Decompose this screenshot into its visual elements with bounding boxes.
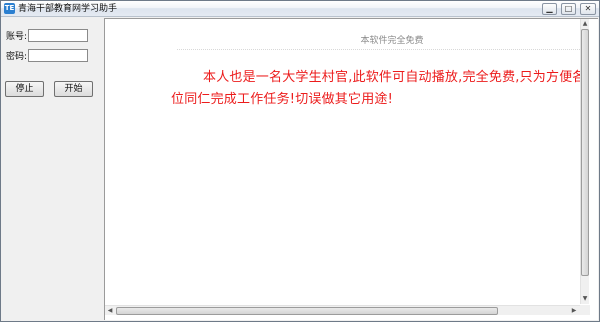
horizontal-scrollbar[interactable]: ◀ ▶: [105, 305, 580, 315]
scroll-left-icon[interactable]: ◀: [106, 307, 114, 315]
free-software-subtitle: 本软件完全免费: [360, 36, 424, 46]
scroll-right-icon[interactable]: ▶: [570, 307, 578, 315]
scrollbar-corner: [580, 305, 590, 315]
account-label: 账号:: [6, 32, 28, 42]
stop-button[interactable]: 停止: [5, 81, 44, 97]
minimize-button[interactable]: ▁: [542, 3, 557, 15]
horizontal-scroll-thumb[interactable]: [116, 307, 498, 315]
password-label: 密码:: [6, 52, 28, 62]
notice-text: 本人也是一名大学生村官,此软件可自动播放,完全免费,只为方便各位同仁完成工作任务…: [171, 70, 586, 107]
vertical-scroll-thumb[interactable]: [581, 29, 589, 276]
close-button[interactable]: ✕: [580, 3, 596, 15]
account-input[interactable]: [28, 29, 88, 42]
vertical-scrollbar[interactable]: ▲ ▼: [580, 19, 589, 304]
password-input[interactable]: [28, 49, 88, 62]
start-button[interactable]: 开始: [54, 81, 93, 97]
content-browser[interactable]: 本软件完全免费 本人也是一名大学生村官,此软件可自动播放,完全免费,只为方便各位…: [104, 18, 598, 320]
dotted-divider: [177, 49, 582, 50]
window-title: 青海干部教育网学习助手: [18, 4, 118, 14]
app-icon: TE: [4, 3, 15, 14]
scroll-up-icon[interactable]: ▲: [581, 20, 589, 28]
title-bar[interactable]: TE 青海干部教育网学习助手 ▁ □ ✕: [1, 1, 599, 17]
scroll-down-icon[interactable]: ▼: [581, 295, 589, 303]
maximize-button[interactable]: □: [561, 3, 576, 15]
app-window: TE 青海干部教育网学习助手 ▁ □ ✕ 账号: 密码: 停止 开始 本软件完全…: [0, 0, 600, 322]
